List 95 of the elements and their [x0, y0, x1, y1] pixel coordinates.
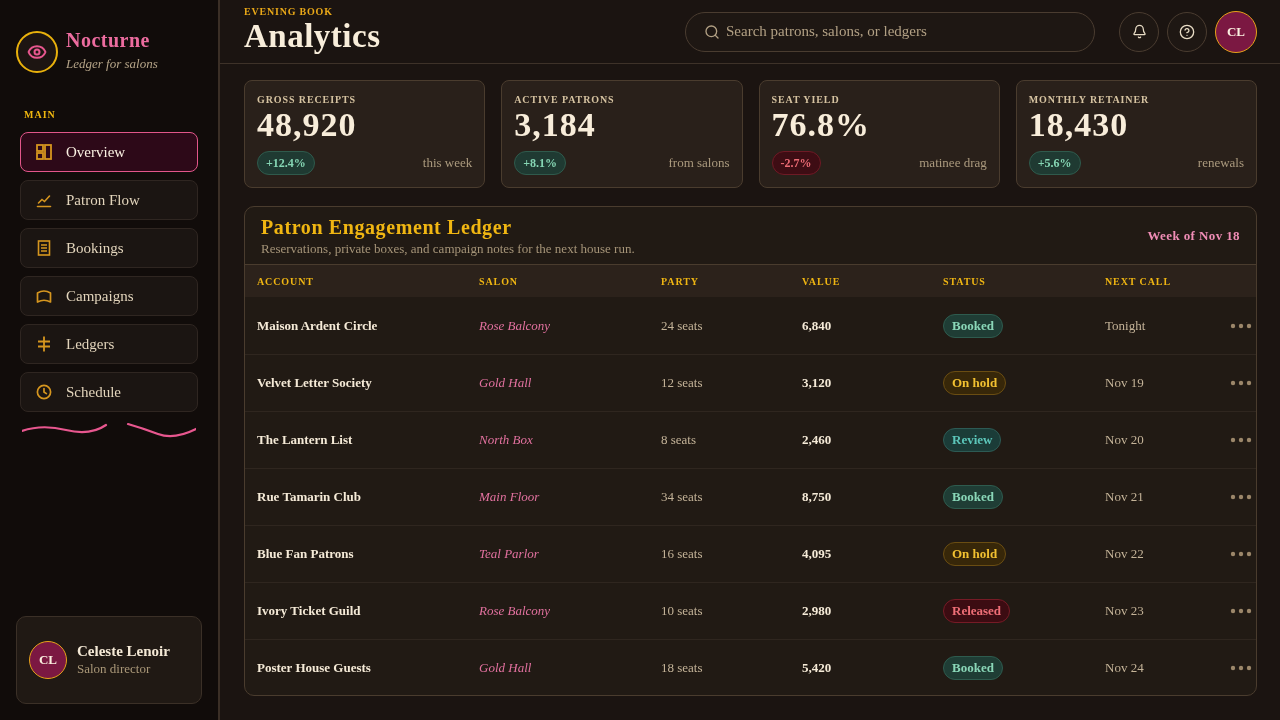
delta-badge: +12.4% — [257, 151, 315, 175]
profile-avatar[interactable]: CL — [1215, 10, 1257, 53]
table-cell: Nov 23 — [1105, 603, 1144, 619]
eye-logo-icon — [16, 31, 58, 73]
nav-item[interactable]: Patron Flow — [20, 180, 198, 220]
table-cell: 34 seats — [661, 489, 703, 505]
nav-item[interactable]: Bookings — [20, 228, 198, 268]
status-badge: Booked — [943, 656, 1003, 680]
stat-value: 48,920 — [257, 107, 357, 143]
table-cell: Ivory Ticket Guild — [257, 603, 361, 619]
stat-value: 76.8% — [771, 107, 870, 143]
arch-icon — [36, 288, 52, 304]
stat-note: this week — [422, 155, 473, 171]
stat-label: ACTIVE PATRONS — [514, 94, 615, 105]
table-cell: Teal Parlor — [479, 546, 539, 562]
table-cell: Velvet Letter Society — [257, 375, 372, 391]
page-title: Analytics — [244, 19, 381, 53]
page-eyebrow: EVENING BOOK — [244, 6, 334, 17]
table-cell: 8 seats — [661, 432, 697, 448]
table-cell: Main Floor — [479, 489, 540, 505]
table-cell: 10 seats — [661, 603, 703, 619]
line-chart-icon — [36, 192, 52, 208]
column-header: NEXT CALL — [1105, 275, 1171, 287]
status-badge: Review — [943, 428, 1002, 452]
table-cell: Nov 19 — [1105, 375, 1144, 391]
column-header: SALON — [479, 275, 518, 287]
table-cell: 2,460 — [802, 432, 832, 448]
section-label: MAIN — [24, 109, 56, 120]
search-field[interactable]: Search patrons, salons, or ledgers — [685, 11, 1095, 52]
table-cell: Nov 24 — [1105, 660, 1144, 676]
stat-note: renewals — [1197, 155, 1244, 171]
table-cell: Blue Fan Patrons — [257, 546, 354, 562]
table-cell: The Lantern List — [257, 432, 353, 448]
table-cell: Nov 22 — [1105, 546, 1144, 562]
status-badge: On hold — [943, 542, 1007, 566]
table-cell: Gold Hall — [479, 660, 532, 676]
table-cell: Tonight — [1105, 317, 1146, 334]
clock-icon — [36, 384, 52, 400]
table-cell: Maison Ardent Circle — [257, 317, 378, 334]
brand-tagline: Ledger for salons — [66, 56, 158, 72]
nav-item[interactable]: Overview — [20, 132, 198, 172]
table-cell: Gold Hall — [479, 375, 532, 391]
table-cell: 16 seats — [661, 546, 703, 562]
table-cell: 4,095 — [802, 546, 832, 562]
status-badge: Booked — [943, 313, 1003, 338]
table-cell: 8,750 — [802, 489, 832, 505]
stat-label: GROSS RECEIPTS — [257, 94, 357, 105]
table-cell: Rose Balcony — [479, 317, 551, 334]
week-label: Week of Nov 18 — [1147, 227, 1240, 244]
column-header: VALUE — [802, 275, 841, 287]
nav-item[interactable]: Ledgers — [20, 324, 198, 364]
ledger-subtitle: Reservations, private boxes, and campaign notes for the next house run. — [261, 241, 635, 257]
table-cell: Rue Tamarin Club — [257, 489, 362, 505]
user-name: Celeste Lenoir — [77, 643, 170, 660]
notifications-button[interactable] — [1119, 11, 1159, 52]
delta-badge: +5.6% — [1028, 151, 1081, 175]
table-cell: North Box — [479, 432, 533, 448]
stat-note: from salons — [668, 155, 730, 171]
panels-icon — [36, 144, 52, 160]
user-role: Salon director — [77, 661, 152, 677]
column-header: ACCOUNT — [257, 275, 314, 287]
search-icon — [704, 23, 720, 40]
ledger-title: Patron Engagement Ledger — [261, 216, 513, 238]
user-avatar: CL — [29, 641, 67, 679]
table-cell: 2,980 — [802, 603, 832, 619]
table-cell: 24 seats — [661, 317, 703, 334]
column-header: PARTY — [661, 275, 699, 287]
delta-badge: -2.7% — [771, 151, 821, 175]
document-icon — [36, 240, 52, 256]
table-cell: Poster House Guests — [257, 660, 371, 676]
table-cell: 18 seats — [661, 660, 703, 676]
bell-icon — [1131, 24, 1147, 39]
stat-label: MONTHLY RETAINER — [1028, 94, 1150, 105]
stat-value: 3,184 — [514, 107, 596, 143]
table-cell: Nov 20 — [1105, 432, 1144, 448]
stat-note: matinee drag — [919, 155, 987, 171]
help-icon — [1179, 23, 1195, 40]
delta-badge: +8.1% — [514, 151, 567, 175]
table-cell: 3,120 — [802, 375, 832, 391]
column-header: STATUS — [943, 275, 986, 287]
status-badge: Released — [943, 599, 1011, 623]
nav-item[interactable]: Schedule — [20, 372, 198, 412]
status-badge: On hold — [943, 371, 1007, 395]
status-badge: Booked — [943, 485, 1003, 509]
help-button[interactable] — [1167, 11, 1207, 52]
brand-name: Nocturne — [66, 29, 151, 51]
crossbar-icon — [36, 336, 52, 352]
table-cell: 6,840 — [802, 317, 832, 334]
table-cell: Nov 21 — [1105, 489, 1144, 505]
nav-item[interactable]: Campaigns — [20, 276, 198, 316]
stat-label: SEAT YIELD — [771, 94, 840, 105]
stat-value: 18,430 — [1028, 107, 1129, 143]
table-cell: 12 seats — [661, 375, 703, 391]
table-cell: 5,420 — [802, 660, 832, 676]
table-cell: Rose Balcony — [479, 603, 551, 619]
